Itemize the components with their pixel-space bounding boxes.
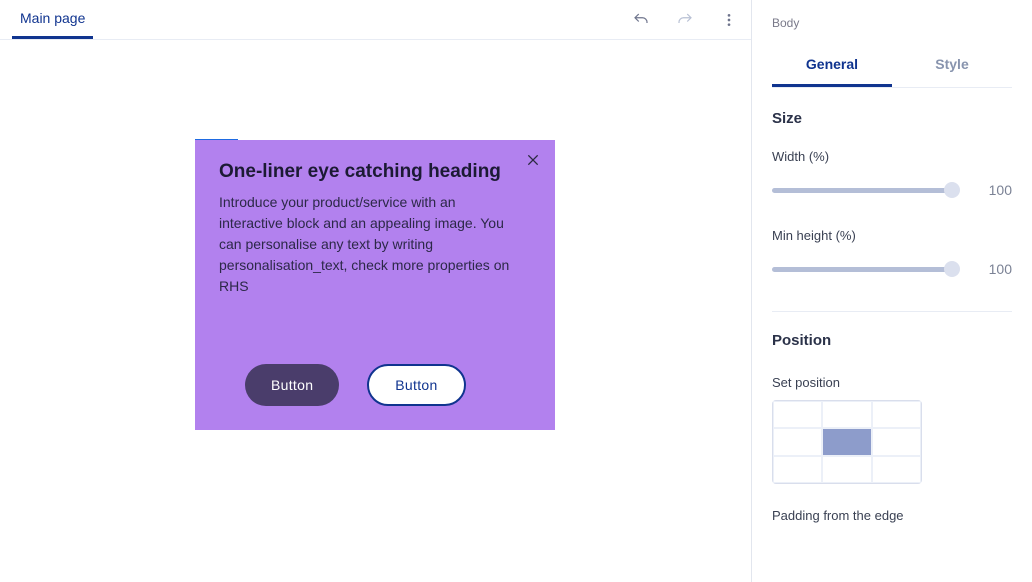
set-position-label: Set position: [772, 375, 1012, 390]
padding-label: Padding from the edge: [772, 508, 1012, 523]
pos-top-center[interactable]: [822, 401, 871, 428]
close-icon[interactable]: [525, 152, 541, 168]
minheight-label: Min height (%): [772, 228, 1012, 243]
section-position: Position: [772, 332, 1012, 349]
divider: [772, 311, 1012, 312]
card-button-secondary[interactable]: Button: [367, 364, 465, 406]
card-body[interactable]: One-liner eye catching heading Introduce…: [195, 140, 555, 430]
width-slider[interactable]: [772, 188, 958, 193]
more-vert-icon[interactable]: [719, 10, 739, 30]
pos-mid-left[interactable]: [773, 428, 822, 455]
canvas[interactable]: Body One-liner eye catching heading Intr…: [0, 40, 751, 582]
minheight-slider[interactable]: [772, 267, 958, 272]
card-heading[interactable]: One-liner eye catching heading: [219, 160, 531, 184]
tab-general[interactable]: General: [772, 44, 892, 87]
pos-mid-center[interactable]: [822, 428, 871, 455]
section-size: Size: [772, 110, 1012, 127]
card-text[interactable]: Introduce your product/service with an i…: [219, 192, 519, 297]
position-grid: [772, 400, 922, 484]
minheight-value: 100: [972, 261, 1012, 277]
sidebar-tabs: General Style: [772, 44, 1012, 88]
pos-bot-left[interactable]: [773, 456, 822, 483]
redo-icon[interactable]: [675, 10, 695, 30]
tab-style[interactable]: Style: [892, 44, 1012, 87]
breadcrumb: Body: [772, 10, 1012, 44]
pos-bot-center[interactable]: [822, 456, 871, 483]
top-bar: Main page: [0, 0, 751, 40]
width-value: 100: [972, 182, 1012, 198]
pos-top-right[interactable]: [872, 401, 921, 428]
tab-main-page[interactable]: Main page: [12, 0, 93, 39]
width-label: Width (%): [772, 149, 1012, 164]
pos-mid-right[interactable]: [872, 428, 921, 455]
card-button-primary[interactable]: Button: [245, 364, 339, 406]
sidebar: Body General Style Size Width (%) 100 Mi…: [752, 0, 1032, 582]
pos-bot-right[interactable]: [872, 456, 921, 483]
undo-icon[interactable]: [631, 10, 651, 30]
pos-top-left[interactable]: [773, 401, 822, 428]
